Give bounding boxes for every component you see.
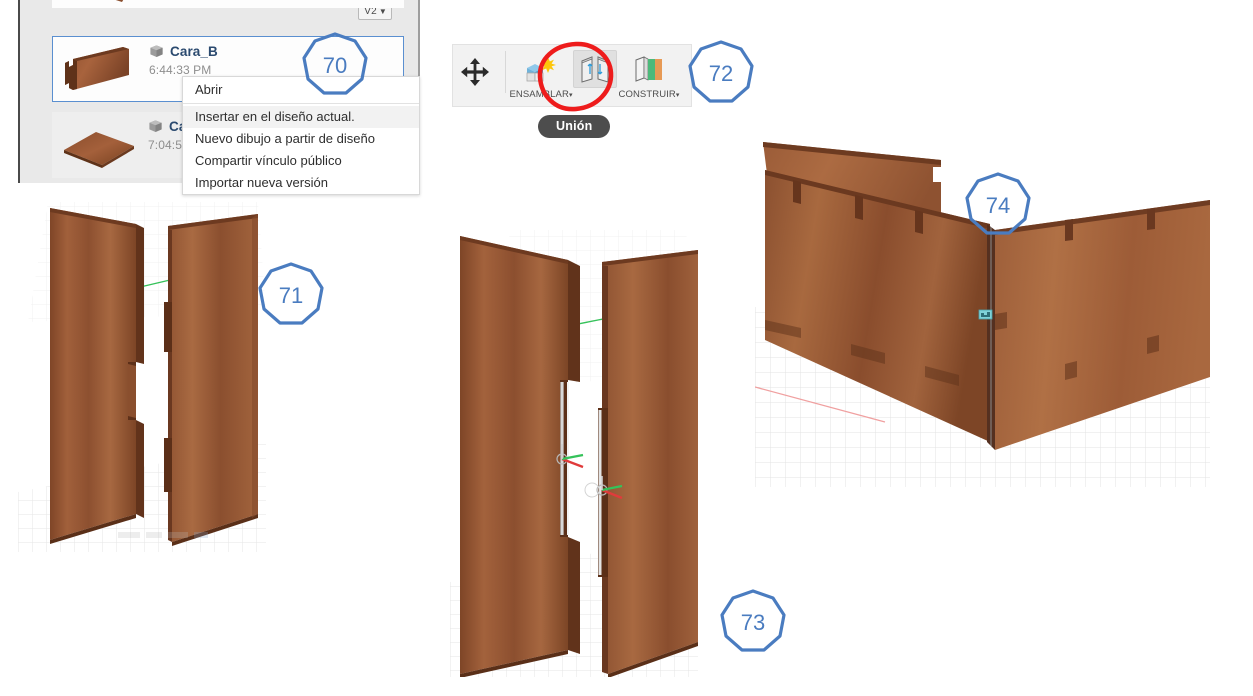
menu-item-importar-version[interactable]: Importar nueva versión xyxy=(183,172,419,194)
menu-item-compartir-vinculo[interactable]: Compartir vínculo público xyxy=(183,150,419,172)
cube-icon xyxy=(149,120,162,132)
screenshot-root: V2 ▼ Cara_B 6:44:33 PM 7:04:55 PM Abrir … xyxy=(0,0,1253,696)
construct-icon xyxy=(627,50,671,88)
badge-number: 74 xyxy=(986,193,1010,218)
menu-divider xyxy=(183,103,419,104)
toolbar-button-union[interactable] xyxy=(568,45,622,89)
assemble-toolbar: ENSAMBLAR▾ CONSTRUIR▾ xyxy=(452,44,692,107)
callout-badge-74: 74 xyxy=(964,172,1032,238)
thumbnail-preview xyxy=(61,45,139,95)
badge-number: 72 xyxy=(709,61,733,86)
callout-badge-71: 71 xyxy=(257,262,325,328)
viewport-two-boards-apart[interactable] xyxy=(18,192,266,552)
toolbar-label-construir: CONSTRUIR▾ xyxy=(618,89,680,100)
list-item[interactable] xyxy=(52,0,404,8)
joint-marker xyxy=(978,309,993,320)
thumbnail-preview xyxy=(60,0,138,30)
badge-number: 70 xyxy=(323,53,347,78)
row-meta: Cara_B 6:44:33 PM xyxy=(149,44,218,77)
cube-icon xyxy=(150,45,163,57)
move-button[interactable] xyxy=(453,45,497,87)
badge-number: 73 xyxy=(741,610,765,635)
callout-badge-73: 73 xyxy=(719,589,787,655)
toolbar-button-construir[interactable]: CONSTRUIR▾ xyxy=(619,45,679,100)
badge-number: 71 xyxy=(279,283,303,308)
row-title: Cara_B xyxy=(149,44,218,59)
viewport-joint-edges-selected[interactable] xyxy=(450,222,698,677)
assemble-icon xyxy=(519,50,563,88)
menu-item-nuevo-dibujo[interactable]: Nuevo dibujo a partir de diseño xyxy=(183,128,419,150)
tooltip-union: Unión xyxy=(538,115,611,138)
list-item-timestamp: 6:44:33 PM xyxy=(149,63,212,77)
thumbnail-preview xyxy=(60,120,138,170)
toolbar-divider xyxy=(505,51,506,93)
callout-badge-72: 72 xyxy=(687,40,755,106)
toolbar-label-ensamblar: ENSAMBLAR▾ xyxy=(509,89,573,100)
chevron-down-icon: ▾ xyxy=(568,92,573,99)
menu-item-insertar[interactable]: Insertar en el diseño actual. xyxy=(183,106,419,128)
move-arrows-icon xyxy=(461,58,489,86)
toolbar-button-ensamblar[interactable]: ENSAMBLAR▾ xyxy=(509,45,572,100)
chevron-down-icon: ▼ xyxy=(378,7,387,16)
joint-icon xyxy=(573,50,617,88)
chevron-down-icon: ▾ xyxy=(675,92,680,99)
callout-badge-70: 70 xyxy=(301,32,369,98)
list-item-label: Cara_B xyxy=(170,44,218,59)
